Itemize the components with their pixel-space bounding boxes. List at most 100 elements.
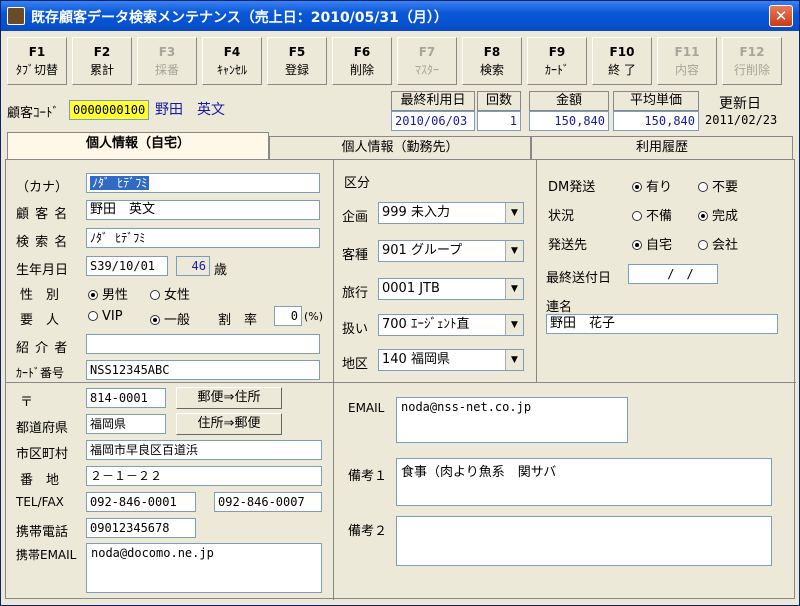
f4-button[interactable]: F4 ｷｬﾝｾﾙ bbox=[202, 37, 262, 85]
tab-personal-home[interactable]: 個人情報（自宅） bbox=[7, 132, 269, 161]
chevron-down-icon: ▼ bbox=[505, 241, 523, 261]
travel-select[interactable]: 0001 JTB ▼ bbox=[378, 278, 524, 300]
f2-label: 累計 bbox=[89, 63, 114, 77]
general-radio[interactable]: 一般 bbox=[150, 309, 190, 328]
gender-female-label: 女性 bbox=[164, 288, 191, 303]
note2-input[interactable] bbox=[396, 516, 772, 566]
status-incomplete-label: 不備 bbox=[646, 209, 673, 224]
type-label: 客種 bbox=[342, 248, 369, 263]
discount-unit: (%) bbox=[304, 310, 324, 323]
f5-label: 登録 bbox=[284, 63, 309, 77]
search-name-input[interactable]: ﾉﾀﾞ ﾋﾃﾞﾌﾐ bbox=[86, 228, 320, 248]
category-section-label: 区分 bbox=[344, 176, 371, 191]
dm-no-label: 不要 bbox=[712, 180, 739, 195]
f3-button[interactable]: F3 採番 bbox=[137, 37, 197, 85]
f5-button[interactable]: F5 登録 bbox=[267, 37, 327, 85]
dm-yes-radio[interactable]: 有り bbox=[632, 176, 672, 195]
radio-unchecked-icon bbox=[632, 211, 642, 221]
handling-value: 700 ｴｰｼﾞｪﾝﾄ直 bbox=[382, 317, 470, 332]
tab-personal-work[interactable]: 個人情報（勤務先） bbox=[269, 136, 531, 160]
dm-no-radio[interactable]: 不要 bbox=[698, 176, 738, 195]
f4-key: F4 bbox=[223, 45, 241, 59]
note1-input[interactable]: 食事（肉より魚系 関サバ bbox=[396, 458, 772, 506]
search-name-label: 検 索 名 bbox=[16, 235, 69, 250]
radio-checked-icon bbox=[632, 182, 642, 192]
chevron-down-icon: ▼ bbox=[505, 203, 523, 223]
name-label: 顧 客 名 bbox=[16, 207, 69, 222]
last-use-date: 2010/06/03 bbox=[391, 111, 475, 131]
city-input[interactable]: 福岡市早良区百道浜 bbox=[86, 440, 322, 460]
discount-label: 割 率 bbox=[218, 313, 258, 328]
f1-button[interactable]: F1 ﾀﾌﾞ切替 bbox=[7, 37, 67, 85]
last-send-input[interactable]: / / bbox=[628, 264, 718, 284]
prefecture-input[interactable]: 福岡県 bbox=[86, 414, 166, 434]
f9-button[interactable]: F9 ｶｰﾄﾞ bbox=[527, 37, 587, 85]
amount-header: 金額 bbox=[529, 91, 609, 111]
radio-checked-icon bbox=[88, 290, 98, 300]
city-label: 市区町村 bbox=[16, 447, 69, 462]
f6-button[interactable]: F6 削除 bbox=[332, 37, 392, 85]
travel-value: 0001 JTB bbox=[382, 281, 440, 296]
radio-unchecked-icon bbox=[698, 182, 708, 192]
dest-label: 発送先 bbox=[548, 238, 588, 253]
amount-value: 150,840 bbox=[529, 111, 609, 131]
radio-checked-icon bbox=[698, 211, 708, 221]
zip-input[interactable]: 814-0001 bbox=[86, 388, 166, 408]
gender-male-radio[interactable]: 男性 bbox=[88, 284, 128, 303]
update-date: 2011/02/23 bbox=[705, 113, 778, 127]
gender-female-radio[interactable]: 女性 bbox=[150, 284, 190, 303]
birth-input[interactable]: S39/10/01 bbox=[86, 256, 168, 276]
discount-input[interactable]: 0 bbox=[274, 306, 302, 326]
vip-radio[interactable]: VIP bbox=[88, 309, 123, 324]
card-input[interactable]: NSS12345ABC bbox=[86, 360, 320, 380]
main-window: 既存顧客データ検索メンテナンス（売上日：2010/05/31（月）） ✕ F1 ﾀ… bbox=[0, 0, 800, 606]
f8-button[interactable]: F8 検索 bbox=[462, 37, 522, 85]
dm-label: DM発送 bbox=[548, 180, 596, 195]
zip-label: 〒 bbox=[20, 395, 34, 410]
dest-home-radio[interactable]: 自宅 bbox=[632, 234, 672, 253]
birth-label: 生年月日 bbox=[16, 263, 69, 278]
f10-key: F10 bbox=[609, 45, 635, 59]
title-bar: 既存顧客データ検索メンテナンス（売上日：2010/05/31（月）） ✕ bbox=[1, 1, 799, 31]
introducer-input[interactable] bbox=[86, 334, 320, 354]
function-key-bar: F1 ﾀﾌﾞ切替 F2 累計 F3 採番 F4 ｷｬﾝｾﾙ F5 登録 F6 削除 F7 ﾏｽ… bbox=[5, 37, 795, 87]
f10-button[interactable]: F10 終 了 bbox=[592, 37, 652, 85]
vip-label: 要 人 bbox=[20, 313, 60, 328]
f6-label: 削除 bbox=[349, 63, 374, 77]
status-complete-label: 完成 bbox=[712, 209, 739, 224]
f7-button[interactable]: F7 ﾏｽﾀｰ bbox=[397, 37, 457, 85]
chevron-down-icon: ▼ bbox=[505, 350, 523, 370]
email-input[interactable]: noda@nss-net.co.jp bbox=[396, 397, 628, 443]
customer-name-display: 野田 英文 bbox=[151, 100, 387, 120]
introducer-label: 紹 介 者 bbox=[16, 341, 69, 356]
gender-male-label: 男性 bbox=[102, 288, 129, 303]
type-select[interactable]: 901 グループ ▼ bbox=[378, 240, 524, 262]
tel-input[interactable]: 092-846-0001 bbox=[86, 492, 196, 512]
f12-button[interactable]: F12 行削除 bbox=[722, 37, 782, 85]
joint-name-input[interactable]: 野田 花子 bbox=[546, 314, 778, 334]
status-complete-radio[interactable]: 完成 bbox=[698, 205, 738, 224]
street-input[interactable]: ２－１－２２ bbox=[86, 466, 322, 486]
region-select[interactable]: 140 福岡県 ▼ bbox=[378, 349, 524, 371]
zip-to-address-button[interactable]: 郵便⇒住所 bbox=[176, 387, 282, 409]
f2-button[interactable]: F2 累計 bbox=[72, 37, 132, 85]
fax-input[interactable]: 092-846-0007 bbox=[214, 492, 322, 512]
mobile-email-input[interactable]: noda@docomo.ne.jp bbox=[86, 543, 322, 593]
f11-button[interactable]: F11 内容 bbox=[657, 37, 717, 85]
close-button[interactable]: ✕ bbox=[769, 5, 793, 27]
app-icon bbox=[7, 7, 25, 25]
kana-label: （カナ） bbox=[16, 180, 69, 195]
status-incomplete-radio[interactable]: 不備 bbox=[632, 205, 672, 224]
mobile-input[interactable]: 09012345678 bbox=[86, 518, 196, 538]
name-input[interactable]: 野田 英文 bbox=[86, 200, 320, 220]
tab-history[interactable]: 利用履歴 bbox=[531, 136, 793, 160]
mobile-email-label: 携帯EMAIL bbox=[16, 548, 77, 562]
handling-select[interactable]: 700 ｴｰｼﾞｪﾝﾄ直 ▼ bbox=[378, 314, 524, 336]
dest-company-radio[interactable]: 会社 bbox=[698, 234, 738, 253]
plan-select[interactable]: 999 未入力 ▼ bbox=[378, 202, 524, 224]
customer-code-input[interactable]: 0000000100 bbox=[69, 100, 149, 120]
address-to-zip-button[interactable]: 住所⇒郵便 bbox=[176, 413, 282, 435]
radio-unchecked-icon bbox=[698, 240, 708, 250]
kana-input[interactable]: ﾉﾀﾞ ﾋﾃﾞﾌﾐ bbox=[86, 173, 320, 193]
age-display: 46 bbox=[176, 256, 210, 276]
